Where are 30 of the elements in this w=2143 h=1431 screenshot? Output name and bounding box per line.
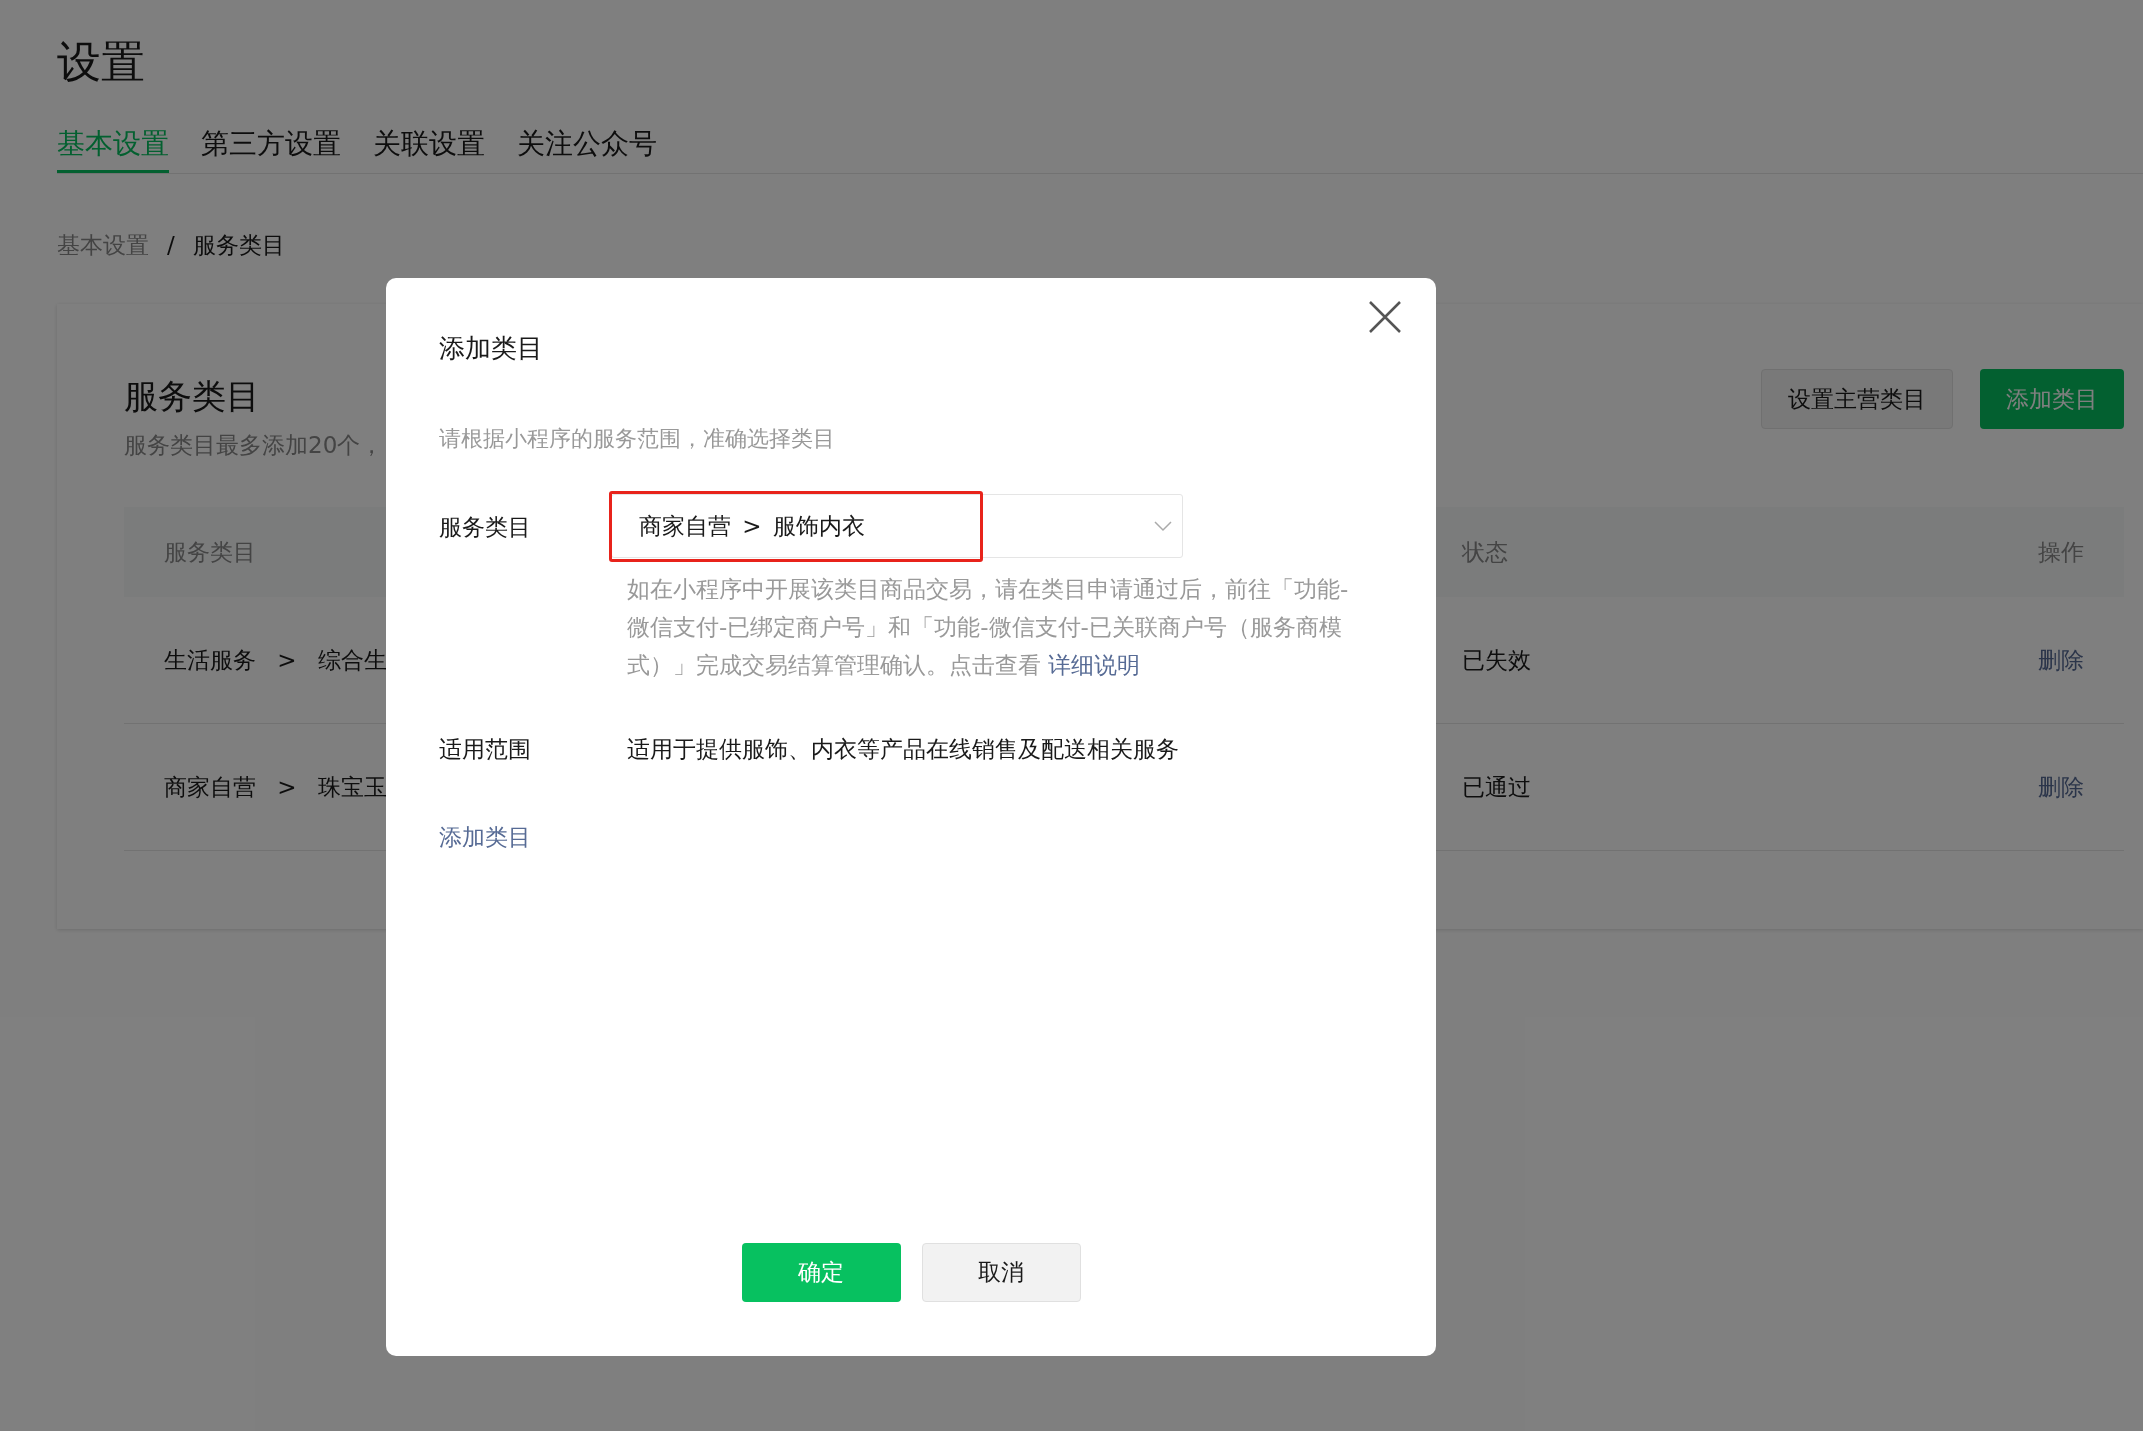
tab[interactable]: 第三方设置 — [201, 126, 341, 173]
tab[interactable]: 关联设置 — [373, 126, 485, 173]
table-cell: 生活服务 > 综合生 — [164, 646, 387, 673]
close-icon[interactable] — [1368, 300, 1402, 334]
tab[interactable]: 关注公众号 — [517, 126, 657, 173]
table-cell: 商家自营 > 珠宝玉 — [164, 773, 387, 800]
card-title: 服务类目 — [124, 375, 261, 418]
dialog-intro: 请根据小程序的服务范围，准确选择类目 — [439, 425, 836, 453]
field-value: 适用于提供服饰、内衣等产品在线销售及配送相关服务 — [627, 735, 1179, 764]
delete-link[interactable]: 删除 — [2038, 773, 2084, 800]
delete-link[interactable]: 删除 — [2038, 646, 2084, 673]
add-category-link[interactable]: 添加类目 — [439, 822, 531, 852]
page-title: 设置 — [57, 35, 145, 89]
dialog-button[interactable]: 取消 — [921, 1243, 1081, 1302]
breadcrumb-separator: / — [167, 231, 175, 260]
column-header: 服务类目 — [164, 538, 256, 565]
table-cell: 已失效 — [1462, 646, 1531, 673]
card-button[interactable]: 设置主营类目 — [1761, 369, 1953, 429]
table-cell: 已通过 — [1462, 773, 1531, 800]
help-text: 如在小程序中开展该类目商品交易，请在类目申请通过后，前往「功能-微信支付-已绑定商户号」和「功能-微信支付-已关联商户号（服务商模式）」完成交易结算管理确认。点击查看 详细说明 — [627, 575, 1350, 680]
column-header: 状态 — [1462, 538, 1508, 565]
card-description: 服务类目最多添加20个， — [124, 431, 384, 460]
column-header: 操作 — [2038, 538, 2084, 565]
chevron-down-icon — [1154, 520, 1172, 532]
field-label: 适用范围 — [439, 735, 532, 764]
details-link[interactable]: 详细说明 — [1048, 652, 1141, 678]
breadcrumb-item[interactable]: 基本设置 — [57, 230, 149, 260]
breadcrumb-item: 服务类目 — [192, 231, 285, 260]
field-label: 服务类目 — [439, 513, 532, 542]
dialog-title: 添加类目 — [439, 332, 543, 365]
